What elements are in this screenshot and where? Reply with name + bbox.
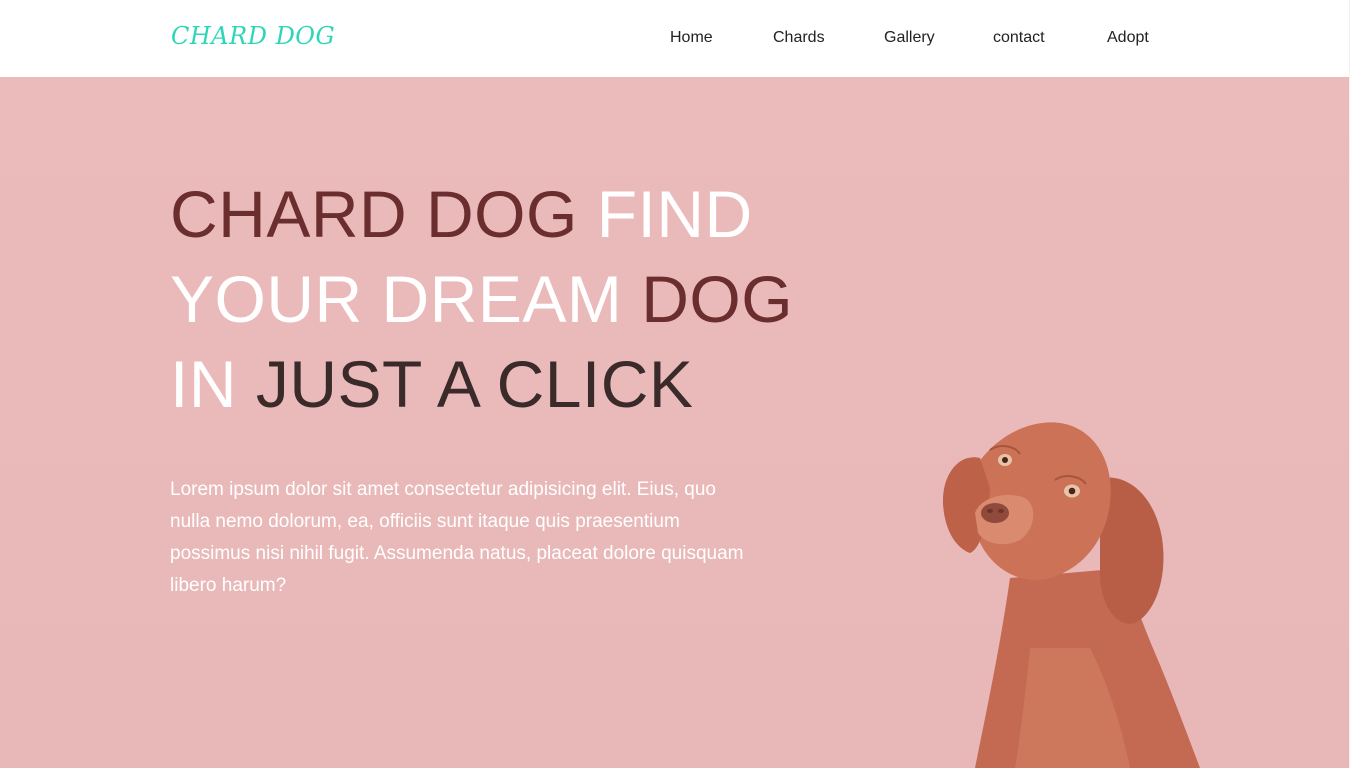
headline-brand-text: CHARD DOG xyxy=(170,177,578,251)
headline-click-text: JUST A CLICK xyxy=(255,347,694,421)
headline-line-3: IN JUST A CLICK xyxy=(170,342,793,427)
brand-logo[interactable]: CHARD DOG xyxy=(171,22,335,50)
nav-link-home[interactable]: Home xyxy=(670,29,713,47)
hero-headline: CHARD DOG FIND YOUR DREAM DOG IN JUST A … xyxy=(170,172,793,427)
headline-find-text: FIND xyxy=(596,177,753,251)
nav-link-gallery[interactable]: Gallery xyxy=(884,29,935,47)
hero-description: Lorem ipsum dolor sit amet consectetur a… xyxy=(170,479,744,596)
nav-link-contact[interactable]: contact xyxy=(993,29,1045,47)
headline-dog-text: DOG xyxy=(641,262,794,336)
headline-line-1: CHARD DOG FIND xyxy=(170,172,793,257)
headline-in-text: IN xyxy=(170,347,237,421)
nav-link-chards[interactable]: Chards xyxy=(773,29,825,47)
headline-your-dream-text: YOUR DREAM xyxy=(170,262,623,336)
top-navbar: CHARD DOG Home Chards Gallery contact Ad… xyxy=(0,0,1350,77)
headline-line-2: YOUR DREAM DOG xyxy=(170,257,793,342)
dog-photo xyxy=(942,422,1200,768)
nav-link-adopt[interactable]: Adopt xyxy=(1107,29,1149,47)
